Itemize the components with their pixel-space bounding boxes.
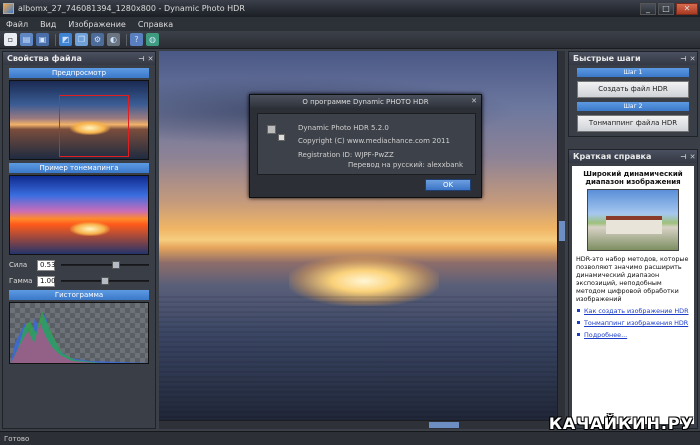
preview-thumbnail[interactable] <box>9 80 149 160</box>
dialog-titlebar: О программе Dynamic PHOTO HDR ✕ <box>250 95 481 108</box>
app-logo-icon <box>267 125 276 134</box>
help-paragraph: HDR-это набор методов, которые позволяют… <box>576 255 689 303</box>
panel-header: Свойства файла ⊣ ✕ <box>3 52 155 65</box>
strength-slider[interactable] <box>61 261 149 269</box>
close-icon[interactable]: ✕ <box>688 55 697 63</box>
sun-glow <box>70 222 110 236</box>
strength-label: Сила <box>9 261 28 269</box>
vertical-scrollbar[interactable] <box>557 51 565 429</box>
help-content: Широкий динамический диапазон изображени… <box>572 166 694 424</box>
help-icon[interactable]: ? <box>130 33 143 46</box>
help-link-more[interactable]: Подробнее... <box>577 331 690 339</box>
tonemap-label: Пример тонемапинга <box>9 163 149 173</box>
step1-label: Шаг 1 <box>577 68 689 77</box>
step2-label: Шаг 2 <box>577 102 689 111</box>
translation-text: Перевод на русский: alexxbank <box>348 161 464 169</box>
panel-title: Свойства файла <box>7 54 82 63</box>
minimize-button[interactable]: _ <box>640 2 656 15</box>
viewport-rectangle[interactable] <box>59 95 129 157</box>
help-link-tonemap[interactable]: Тонмаппинг изображения HDR <box>577 319 690 327</box>
image-icon[interactable]: ◩ <box>59 33 72 46</box>
quick-help-header: Краткая справка ⊣ ✕ <box>569 150 697 163</box>
window-title: albomx_27_746081394_1280x800 - Dynamic P… <box>18 4 245 13</box>
toolbar: ▫ ▤ ▣ ◩ ❐ ⚙ ◐ ? ◍ <box>0 31 700 49</box>
gamma-knob[interactable] <box>101 277 109 285</box>
strength-input[interactable]: 0.53 <box>37 259 56 271</box>
tonemap-hdr-button[interactable]: Тонмаппинг файла HDR <box>577 115 689 132</box>
right-panel: Быстрые шаги ⊣ ✕ Шаг 1 Создать файл HDR … <box>568 51 698 429</box>
quick-help-panel: Краткая справка ⊣ ✕ Широкий динамический… <box>568 149 698 429</box>
strength-row: Сила 0.53 <box>9 259 149 271</box>
create-hdr-button[interactable]: Создать файл HDR <box>577 81 689 98</box>
menu-file[interactable]: Файл <box>6 20 28 29</box>
tonemap-thumbnail <box>9 175 149 255</box>
version-text: Dynamic Photo HDR 5.2.0 <box>298 124 389 132</box>
gamma-slider[interactable] <box>61 277 149 285</box>
close-icon[interactable]: ✕ <box>146 55 155 63</box>
close-button[interactable]: ✕ <box>676 2 698 15</box>
quick-steps-panel: Быстрые шаги ⊣ ✕ Шаг 1 Создать файл HDR … <box>568 51 698 137</box>
gamma-input[interactable]: 1.00 <box>37 275 56 287</box>
close-icon[interactable]: ✕ <box>688 153 697 161</box>
menu-view[interactable]: Вид <box>40 20 56 29</box>
help-image <box>587 189 679 251</box>
open-icon[interactable]: ▤ <box>20 33 33 46</box>
maximize-button[interactable]: □ <box>658 2 674 15</box>
strength-knob[interactable] <box>111 261 120 269</box>
copyright-text: Copyright (C) www.mediachance.com 2011 <box>298 137 450 145</box>
copy-icon[interactable]: ❐ <box>75 33 88 46</box>
help-heading: Широкий динамический диапазон изображени… <box>583 170 683 186</box>
settings-icon[interactable]: ⚙ <box>91 33 104 46</box>
app-icon <box>3 3 14 14</box>
registration-text: Registration ID: WJPF-PwZZ <box>298 151 394 159</box>
dialog-body: Dynamic Photo HDR 5.2.0 Copyright (C) ww… <box>257 113 476 175</box>
pin-icon[interactable]: ⊣ <box>679 153 688 161</box>
pin-icon[interactable]: ⊣ <box>137 55 146 63</box>
app-logo-small-icon <box>278 134 285 141</box>
status-bar: Готово <box>0 431 700 445</box>
toolbar-separator <box>126 33 127 46</box>
mask-icon[interactable]: ◐ <box>107 33 120 46</box>
horizontal-scroll-thumb[interactable] <box>429 422 459 428</box>
menu-help[interactable]: Справка <box>138 20 173 29</box>
preview-label: Предпросмотр <box>9 68 149 78</box>
menu-image[interactable]: Изображение <box>68 20 126 29</box>
toolbar-separator <box>55 33 56 46</box>
menu-bar: Файл Вид Изображение Справка <box>0 17 700 31</box>
file-properties-panel: Свойства файла ⊣ ✕ Предпросмотр Пример т… <box>2 51 156 429</box>
globe-icon[interactable]: ◍ <box>146 33 159 46</box>
status-text: Готово <box>4 434 30 443</box>
new-icon[interactable]: ▫ <box>4 33 17 46</box>
quick-help-title: Краткая справка <box>573 152 652 161</box>
histogram-label: Гистограмма <box>9 290 149 300</box>
title-bar: albomx_27_746081394_1280x800 - Dynamic P… <box>0 0 700 17</box>
vertical-scroll-thumb[interactable] <box>559 221 565 241</box>
dialog-title: О программе Dynamic PHOTO HDR <box>302 97 429 106</box>
ok-button[interactable]: OK <box>425 179 471 191</box>
histogram <box>9 302 149 364</box>
pin-icon[interactable]: ⊣ <box>679 55 688 63</box>
quick-steps-header: Быстрые шаги ⊣ ✕ <box>569 52 697 65</box>
help-link-create[interactable]: Как создать изображение HDR <box>577 307 690 315</box>
watermark: КАЧАЙКИН.РУ <box>548 414 694 433</box>
sea-texture <box>159 296 557 429</box>
gamma-row: Гамма 1.00 <box>9 275 149 287</box>
about-dialog: О программе Dynamic PHOTO HDR ✕ Dynamic … <box>249 94 482 198</box>
quick-steps-title: Быстрые шаги <box>573 54 641 63</box>
house-illustration <box>606 216 662 234</box>
horizontal-scrollbar[interactable] <box>159 420 557 429</box>
histogram-graph <box>10 311 148 363</box>
dialog-close-icon[interactable]: ✕ <box>471 97 477 105</box>
gamma-label: Гамма <box>9 277 33 285</box>
save-icon[interactable]: ▣ <box>36 33 49 46</box>
